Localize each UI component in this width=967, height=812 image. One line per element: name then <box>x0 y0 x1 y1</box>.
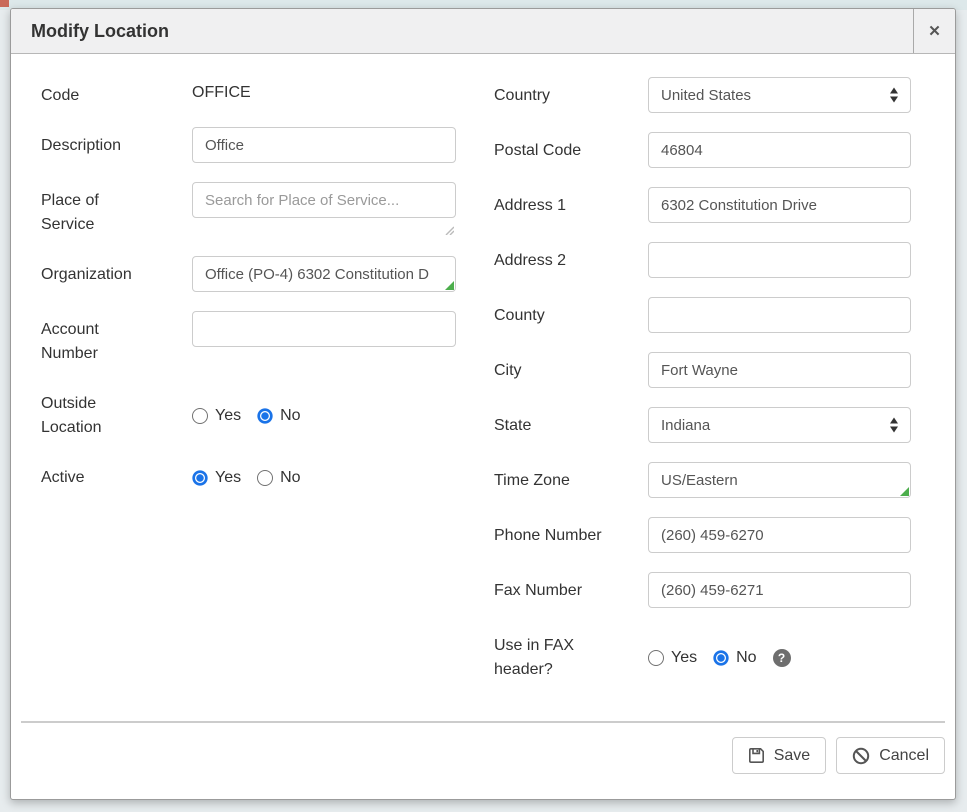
country-label: Country <box>494 77 648 113</box>
organization-label: Organization <box>41 256 192 292</box>
state-value: Indiana <box>661 417 710 434</box>
description-input[interactable] <box>192 127 456 163</box>
postal-code-input[interactable] <box>648 132 911 168</box>
resize-grip-icon <box>444 225 454 235</box>
modify-location-modal: Modify Location ✕ Code OFFICE Descriptio… <box>10 8 956 800</box>
cancel-button[interactable]: Cancel <box>836 737 945 774</box>
field-postal-code: Postal Code <box>494 132 945 168</box>
field-address2: Address 2 <box>494 242 945 278</box>
use-in-fax-header-label: Use in FAX header? <box>494 627 648 682</box>
active-label: Active <box>41 459 192 490</box>
close-button[interactable]: ✕ <box>913 9 955 53</box>
city-input[interactable] <box>648 352 911 388</box>
address2-input[interactable] <box>648 242 911 278</box>
close-icon: ✕ <box>928 22 941 40</box>
address2-label: Address 2 <box>494 242 648 278</box>
description-label: Description <box>41 127 192 163</box>
save-button-label: Save <box>774 747 810 765</box>
code-value: OFFICE <box>192 77 251 108</box>
valid-corner-icon <box>900 487 909 496</box>
field-account-number: Account Number <box>41 311 456 366</box>
field-outside-location: Outside Location Yes No <box>41 385 456 440</box>
city-label: City <box>494 352 648 388</box>
field-city: City <box>494 352 945 388</box>
field-use-in-fax-header: Use in FAX header? Yes No ? <box>494 627 945 682</box>
address1-label: Address 1 <box>494 187 648 223</box>
use-in-fax-header-no-label: No <box>736 649 756 667</box>
country-select[interactable]: United States <box>648 77 911 113</box>
field-place-of-service: Place of Service <box>41 182 456 237</box>
postal-code-label: Postal Code <box>494 132 648 168</box>
place-of-service-input[interactable] <box>192 182 456 218</box>
field-county: County <box>494 297 945 333</box>
organization-value: Office (PO-4) 6302 Constitution D <box>205 266 429 283</box>
field-state: State Indiana <box>494 407 945 443</box>
state-label: State <box>494 407 648 443</box>
field-active: Active Yes No <box>41 459 456 490</box>
fax-number-label: Fax Number <box>494 572 648 608</box>
field-organization: Organization Office (PO-4) 6302 Constitu… <box>41 256 456 292</box>
outside-location-yes-radio[interactable] <box>192 408 208 424</box>
place-of-service-label: Place of Service <box>41 182 192 237</box>
organization-select[interactable]: Office (PO-4) 6302 Constitution D <box>192 256 456 292</box>
field-description: Description <box>41 127 456 163</box>
country-value: United States <box>661 87 751 104</box>
active-yes-label: Yes <box>215 469 241 487</box>
active-no-label: No <box>280 469 300 487</box>
address1-input[interactable] <box>648 187 911 223</box>
background-fragment <box>0 0 9 7</box>
field-phone-number: Phone Number <box>494 517 945 553</box>
use-in-fax-header-radio-group: Yes No ? <box>648 627 791 682</box>
outside-location-no-label: No <box>280 407 300 425</box>
field-code: Code OFFICE <box>41 77 456 108</box>
fax-number-input[interactable] <box>648 572 911 608</box>
field-country: Country United States <box>494 77 945 113</box>
modal-title: Modify Location <box>11 9 913 53</box>
county-label: County <box>494 297 648 333</box>
cancel-ban-icon <box>852 747 870 765</box>
form-column-right: Country United States Postal Code Addres… <box>494 77 945 721</box>
use-in-fax-header-no-radio[interactable] <box>713 650 729 666</box>
modal-header: Modify Location ✕ <box>11 9 955 54</box>
cancel-button-label: Cancel <box>879 747 929 765</box>
account-number-input[interactable] <box>192 311 456 347</box>
field-time-zone: Time Zone US/Eastern <box>494 462 945 498</box>
county-input[interactable] <box>648 297 911 333</box>
field-fax-number: Fax Number <box>494 572 945 608</box>
outside-location-yes-label: Yes <box>215 407 241 425</box>
time-zone-label: Time Zone <box>494 462 648 498</box>
modal-body: Code OFFICE Description Place of Service <box>11 54 955 721</box>
outside-location-radio-group: Yes No <box>192 385 301 440</box>
field-address1: Address 1 <box>494 187 945 223</box>
use-in-fax-header-yes-label: Yes <box>671 649 697 667</box>
state-select[interactable]: Indiana <box>648 407 911 443</box>
active-radio-group: Yes No <box>192 459 301 490</box>
use-in-fax-header-yes-radio[interactable] <box>648 650 664 666</box>
active-no-radio[interactable] <box>257 470 273 486</box>
select-arrows-icon <box>890 88 898 103</box>
account-number-label: Account Number <box>41 311 192 366</box>
phone-number-input[interactable] <box>648 517 911 553</box>
select-arrows-icon <box>890 418 898 433</box>
time-zone-value: US/Eastern <box>661 472 738 489</box>
save-button[interactable]: Save <box>732 737 826 774</box>
valid-corner-icon <box>445 281 454 290</box>
active-yes-radio[interactable] <box>192 470 208 486</box>
outside-location-label: Outside Location <box>41 385 192 440</box>
form-column-left: Code OFFICE Description Place of Service <box>41 77 456 721</box>
modal-footer: Save Cancel <box>21 721 945 799</box>
help-icon[interactable]: ? <box>773 649 791 667</box>
phone-number-label: Phone Number <box>494 517 648 553</box>
save-floppy-icon <box>748 747 765 764</box>
outside-location-no-radio[interactable] <box>257 408 273 424</box>
code-label: Code <box>41 77 192 108</box>
time-zone-select[interactable]: US/Eastern <box>648 462 911 498</box>
